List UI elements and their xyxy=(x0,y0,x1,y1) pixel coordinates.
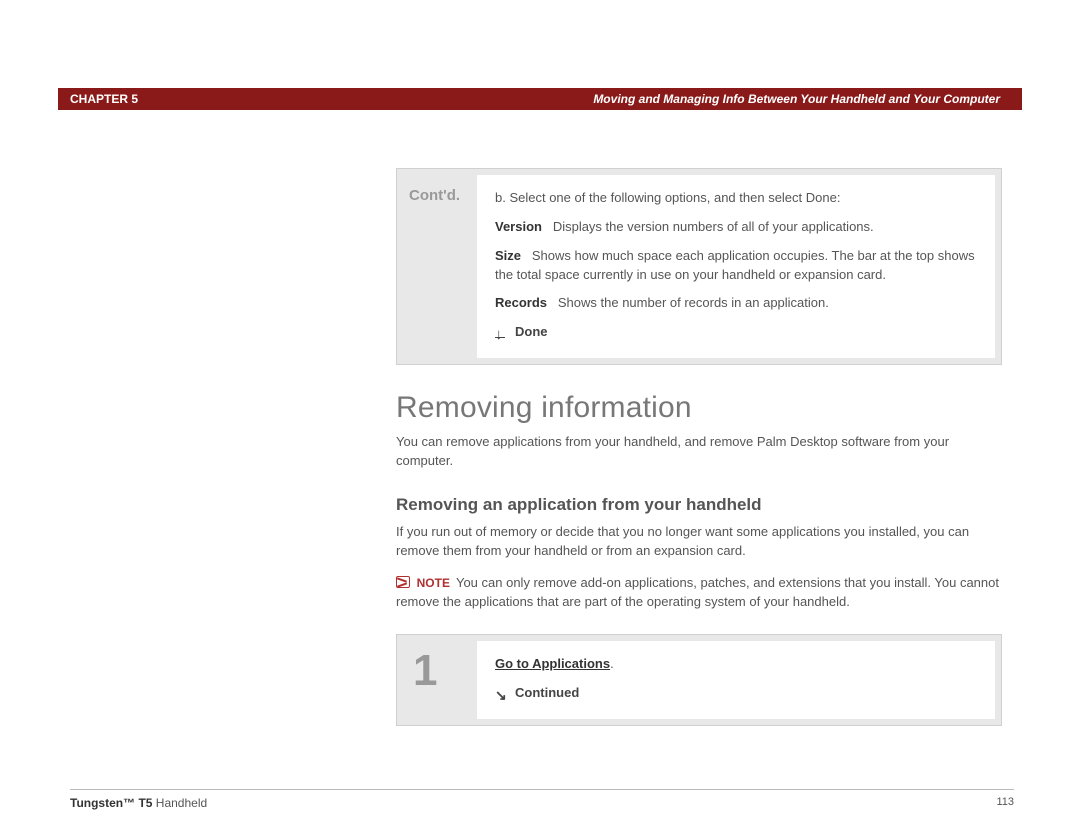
note-block: NOTEYou can only remove add-on applicati… xyxy=(396,574,1002,612)
def-version: Version Displays the version numbers of … xyxy=(495,218,977,237)
step-label-contd: Cont'd. xyxy=(397,169,477,364)
step-body-1: Go to Applications. Continued xyxy=(477,641,995,719)
step-box-1: 1 Go to Applications. Continued xyxy=(396,634,1002,726)
desc-records: Shows the number of records in an applic… xyxy=(558,295,829,310)
subsection-heading: Removing an application from your handhe… xyxy=(396,495,1002,515)
term-version: Version xyxy=(495,219,542,234)
footer-product-rest: Handheld xyxy=(152,796,207,810)
arrow-diagonal-icon xyxy=(495,686,509,700)
step-number: 1 xyxy=(397,635,477,725)
step-body-contd: b. Select one of the following options, … xyxy=(477,175,995,358)
page-footer: Tungsten™ T5 Handheld 113 xyxy=(70,789,1014,810)
arrow-down-icon xyxy=(495,326,509,340)
footer-product-bold: Tungsten™ T5 xyxy=(70,796,152,810)
term-records: Records xyxy=(495,295,547,310)
def-size: Size Shows how much space each applicati… xyxy=(495,247,977,285)
note-text: You can only remove add-on applications,… xyxy=(396,575,999,609)
section-heading: Removing information xyxy=(396,391,1002,425)
section-paragraph: You can remove applications from your ha… xyxy=(396,433,1002,471)
step-box-contd: Cont'd. b. Select one of the following o… xyxy=(396,168,1002,365)
subsection-paragraph: If you run out of memory or decide that … xyxy=(396,523,1002,561)
done-label: Done xyxy=(515,323,548,342)
done-marker: Done xyxy=(495,323,977,342)
footer-product: Tungsten™ T5 Handheld xyxy=(70,796,207,810)
desc-size: Shows how much space each application oc… xyxy=(495,248,975,282)
chapter-title: Moving and Managing Info Between Your Ha… xyxy=(593,92,1000,106)
term-size: Size xyxy=(495,248,521,263)
chapter-header: CHAPTER 5 Moving and Managing Info Betwe… xyxy=(58,88,1022,110)
desc-version: Displays the version numbers of all of y… xyxy=(553,219,874,234)
chapter-label: CHAPTER 5 xyxy=(70,92,138,106)
note-label: NOTE xyxy=(417,576,450,590)
go-to-applications-link[interactable]: Go to Applications xyxy=(495,656,610,671)
page-number: 113 xyxy=(996,796,1014,810)
step-link-line: Go to Applications. xyxy=(495,655,977,674)
def-records: Records Shows the number of records in a… xyxy=(495,294,977,313)
continued-label: Continued xyxy=(515,684,579,703)
continued-marker: Continued xyxy=(495,684,977,703)
note-icon xyxy=(396,576,410,588)
step-intro: b. Select one of the following options, … xyxy=(495,189,977,208)
